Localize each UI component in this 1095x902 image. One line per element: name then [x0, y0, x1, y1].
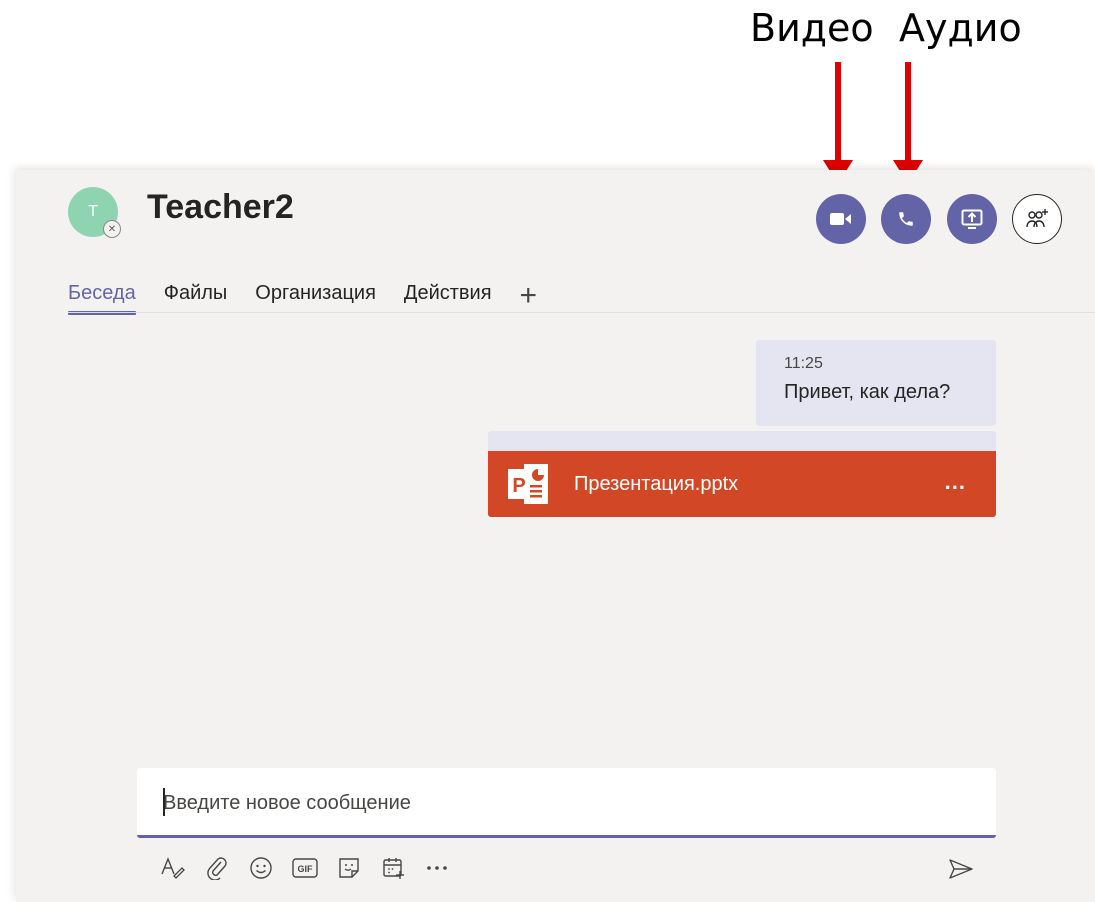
add-tab-button[interactable]: + — [520, 281, 538, 311]
attach-icon — [207, 857, 227, 880]
file-attachment[interactable]: P Презентация.pptx ... — [488, 451, 996, 517]
audio-annotation-label: Аудио — [899, 6, 1022, 50]
message-time: 11:25 — [784, 355, 823, 372]
phone-icon — [899, 212, 913, 226]
powerpoint-icon: P — [506, 461, 552, 507]
message-composer — [137, 768, 996, 838]
file-name: Презентация.pptx — [574, 472, 739, 495]
text-caret — [163, 788, 165, 816]
sticker-icon — [339, 858, 359, 878]
file-attachment-card: P Презентация.pptx ... — [488, 431, 996, 517]
share-screen-icon — [961, 209, 983, 229]
more-button[interactable] — [420, 851, 454, 885]
composer-toolbar: GIF — [156, 850, 464, 886]
tab-conversation[interactable]: Беседа — [68, 279, 136, 315]
gif-icon: GIF — [292, 858, 318, 878]
schedule-meeting-icon — [383, 858, 404, 879]
message-text: Привет, как дела? — [784, 381, 951, 403]
message-input[interactable] — [163, 788, 963, 818]
attachment-header — [488, 431, 996, 451]
video-call-button[interactable] — [816, 194, 866, 244]
add-people-button[interactable] — [1012, 194, 1062, 244]
sticker-button[interactable] — [332, 851, 366, 885]
svg-text:GIF: GIF — [298, 864, 314, 874]
video-camera-icon — [830, 213, 851, 225]
send-button[interactable] — [944, 852, 978, 886]
chat-window: T ✕ Teacher2 Беседа Файлы Организация Де… — [16, 170, 1095, 902]
emoji-button[interactable] — [244, 851, 278, 885]
contact-name: Teacher2 — [147, 188, 294, 226]
tab-files[interactable]: Файлы — [164, 279, 228, 313]
share-screen-button[interactable] — [947, 194, 997, 244]
svg-text:P: P — [512, 475, 525, 497]
send-icon — [949, 859, 973, 879]
video-annotation-label: Видео — [750, 6, 874, 50]
gif-button[interactable]: GIF — [288, 851, 322, 885]
add-people-icon — [1026, 209, 1048, 228]
tab-organization[interactable]: Организация — [255, 279, 376, 313]
schedule-meeting-button[interactable] — [376, 851, 410, 885]
emoji-icon — [250, 857, 272, 879]
tabs-divider — [68, 312, 1095, 313]
message-bubble[interactable]: 11:25 Привет, как дела? — [756, 340, 996, 426]
attach-button[interactable] — [200, 851, 234, 885]
format-button[interactable] — [156, 851, 190, 885]
tab-activity[interactable]: Действия — [404, 279, 492, 313]
audio-call-button[interactable] — [881, 194, 931, 244]
tab-bar: Беседа Файлы Организация Действия + — [68, 276, 537, 316]
more-icon — [427, 866, 447, 870]
format-icon — [161, 857, 185, 879]
more-options-icon[interactable]: ... — [945, 469, 966, 495]
offline-x-icon: ✕ — [103, 220, 121, 238]
